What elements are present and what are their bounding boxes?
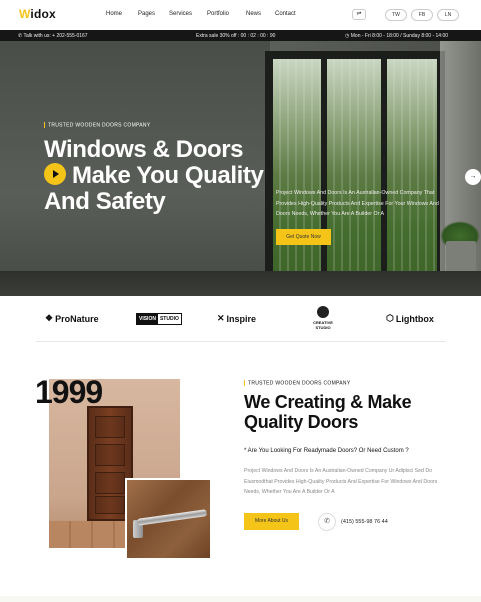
about-text: Project Windows And Doors Is An Australi… xyxy=(244,468,438,496)
section-divider xyxy=(36,341,446,342)
brand-logos: ❖ ProNature VISION STUDIO ✕ Inspire CREATIV… xyxy=(0,296,481,342)
nav-home[interactable]: Home xyxy=(106,11,122,17)
hero-title-line-2: Make You Quality xyxy=(72,162,264,189)
handle xyxy=(136,509,208,526)
creative-logo-mark xyxy=(317,306,329,318)
opening-hours: ◷ Mon - Fri 8:00 - 18:00 / Sunday 8:00 -… xyxy=(345,33,449,39)
nav-news[interactable]: News xyxy=(246,11,261,17)
nav-portfolio[interactable]: Portfolio xyxy=(207,11,229,17)
brand-vision-studio: VISION STUDIO xyxy=(136,313,182,325)
next-slide-arrow-icon[interactable]: → xyxy=(465,169,481,185)
next-section-edge xyxy=(0,596,481,602)
hero-title-line-1: Windows & Doors xyxy=(44,136,244,163)
about-title: We Creating & Make Quality Doors xyxy=(244,392,412,432)
play-video-icon[interactable] xyxy=(44,163,66,185)
facebook-link[interactable]: FB xyxy=(411,9,433,21)
phone-info: ✆ Talk with us: + 202-555-0167 xyxy=(18,33,88,39)
get-quote-button[interactable]: Get Quote Now xyxy=(276,229,331,245)
hero-window-image xyxy=(265,51,445,286)
nav-contact[interactable]: Contact xyxy=(275,11,296,17)
hero-title-line-3: And Safety xyxy=(44,188,166,215)
about-question: * Are You Looking For Readymade Doors? O… xyxy=(244,448,409,454)
nav-services[interactable]: Services xyxy=(169,11,192,17)
info-bar: ✆ Talk with us: + 202-555-0167 Extra sal… xyxy=(0,30,481,41)
twitter-link[interactable]: TW xyxy=(385,9,407,21)
brand-inspire: ✕ Inspire xyxy=(217,313,257,324)
door-handle-photo xyxy=(125,478,212,560)
cross-arrows-icon: ✕ xyxy=(217,313,225,323)
brand-pronature: ❖ ProNature xyxy=(45,313,99,324)
phone-number[interactable]: (415) 555-98 76 44 xyxy=(341,519,388,525)
logo-text: idox xyxy=(30,7,56,21)
floor xyxy=(0,271,481,296)
phone-icon[interactable]: ✆ xyxy=(318,513,336,531)
phone-icon: ✆ xyxy=(18,33,23,39)
about-tagline: TRUSTED WOODEN DOORS COMPANY xyxy=(244,380,350,386)
hero-tagline: TRUSTED WOODEN DOORS COMPANY xyxy=(44,122,150,128)
nav-pages[interactable]: Pages xyxy=(138,11,155,17)
top-navigation: Widox Home Pages Services Portfolio News… xyxy=(0,0,481,30)
more-about-us-button[interactable]: More About Us xyxy=(244,513,299,530)
site-logo[interactable]: Widox xyxy=(19,7,56,21)
linkedin-link[interactable]: LN xyxy=(437,9,459,21)
hero-description: Project Windows And Doors Is An Australi… xyxy=(276,190,439,217)
leaf-icon: ❖ xyxy=(45,313,54,323)
brand-lightbox: ⬡ Lightbox xyxy=(386,313,434,324)
cart-icon[interactable]: ⇌ xyxy=(352,9,366,20)
founded-year: 1999 xyxy=(35,374,103,410)
brand-creative-studio: CREATIVE STUDIO xyxy=(308,306,338,330)
promo-countdown: Extra sale 30% off : 00 : 02 : 00 : 90 xyxy=(196,33,276,39)
box-icon: ⬡ xyxy=(386,313,394,323)
hero-section: TRUSTED WOODEN DOORS COMPANY Windows & D… xyxy=(0,41,481,296)
clock-icon: ◷ xyxy=(345,33,350,39)
